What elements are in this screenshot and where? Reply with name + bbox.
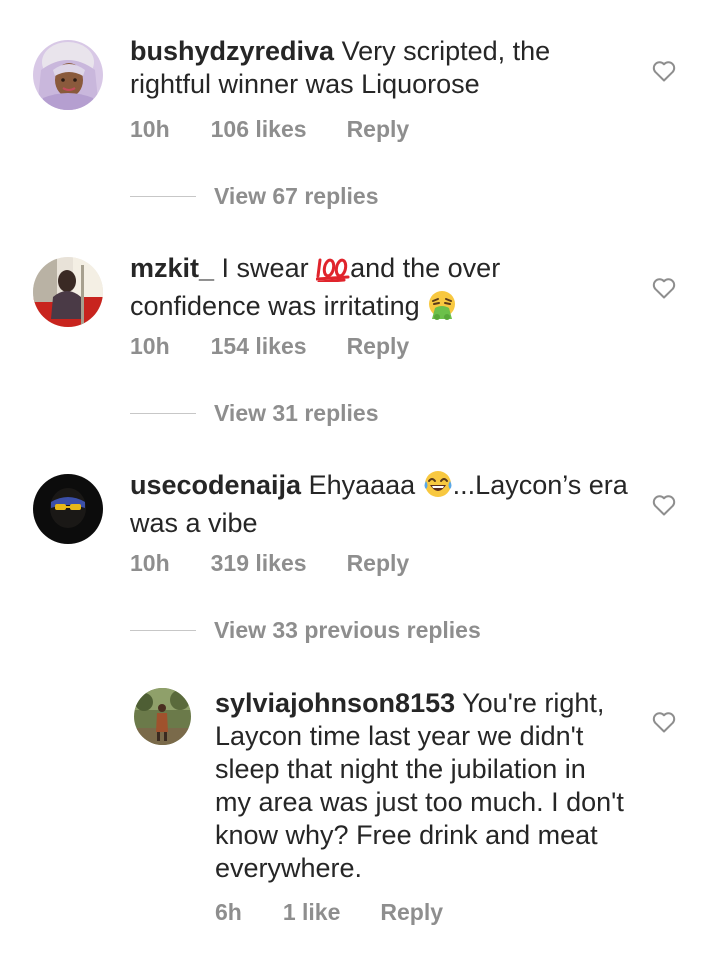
hundred-points-icon xyxy=(315,256,350,290)
comment-text: mzkit_ I swear and the over confidence w… xyxy=(130,252,600,328)
comment-likes[interactable]: 106 likes xyxy=(211,116,307,143)
divider-line xyxy=(130,413,196,414)
comment-time: 10h xyxy=(130,116,170,142)
reply-button[interactable]: Reply xyxy=(380,899,443,926)
view-previous-replies-button[interactable]: View 33 previous replies xyxy=(130,617,481,644)
comment-meta: 10h 319 likes Reply xyxy=(130,550,409,577)
comment-time: 6h xyxy=(215,899,242,925)
avatar[interactable] xyxy=(33,474,103,544)
view-replies-label[interactable]: View 33 previous replies xyxy=(214,617,481,644)
reply-button[interactable]: Reply xyxy=(347,116,410,143)
comment-likes[interactable]: 319 likes xyxy=(211,550,307,577)
comment-time: 10h xyxy=(130,550,170,576)
comment-time: 10h xyxy=(130,333,170,359)
avatar[interactable] xyxy=(33,257,103,327)
reply-button[interactable]: Reply xyxy=(347,333,410,360)
avatar[interactable] xyxy=(33,40,103,110)
comment-meta: 10h 154 likes Reply xyxy=(130,333,409,360)
comment-likes[interactable]: 1 like xyxy=(283,899,341,926)
like-heart-icon[interactable] xyxy=(652,277,676,304)
view-replies-button[interactable]: View 31 replies xyxy=(130,400,379,427)
avatar[interactable] xyxy=(134,688,191,745)
comment-username[interactable]: bushydzyrediva xyxy=(130,36,334,66)
vomiting-face-icon xyxy=(427,290,457,328)
comment-meta: 10h 106 likes Reply xyxy=(130,116,409,143)
comment-text: usecodenaija Ehyaaaa ...Laycon’s era was… xyxy=(130,469,630,540)
comment-message-part-1: I swear xyxy=(214,253,317,283)
comment-text: sylviajohnson8153 You're right, Laycon t… xyxy=(215,687,625,885)
comment-message-part-1: Ehyaaaa xyxy=(301,470,423,500)
like-heart-icon[interactable] xyxy=(652,711,676,738)
divider-line xyxy=(130,630,196,631)
like-heart-icon[interactable] xyxy=(652,494,676,521)
reply-button[interactable]: Reply xyxy=(347,550,410,577)
like-heart-icon[interactable] xyxy=(652,60,676,87)
view-replies-label[interactable]: View 67 replies xyxy=(214,183,379,210)
comment-username[interactable]: sylviajohnson8153 xyxy=(215,688,455,718)
comment-text: bushydzyrediva Very scripted, the rightf… xyxy=(130,35,600,101)
tears-of-joy-icon xyxy=(423,469,453,507)
comment-username[interactable]: mzkit_ xyxy=(130,253,214,283)
divider-line xyxy=(130,196,196,197)
comment-username[interactable]: usecodenaija xyxy=(130,470,301,500)
view-replies-label[interactable]: View 31 replies xyxy=(214,400,379,427)
view-replies-button[interactable]: View 67 replies xyxy=(130,183,379,210)
comment-likes[interactable]: 154 likes xyxy=(211,333,307,360)
comment-meta: 6h 1 like Reply xyxy=(215,899,443,926)
